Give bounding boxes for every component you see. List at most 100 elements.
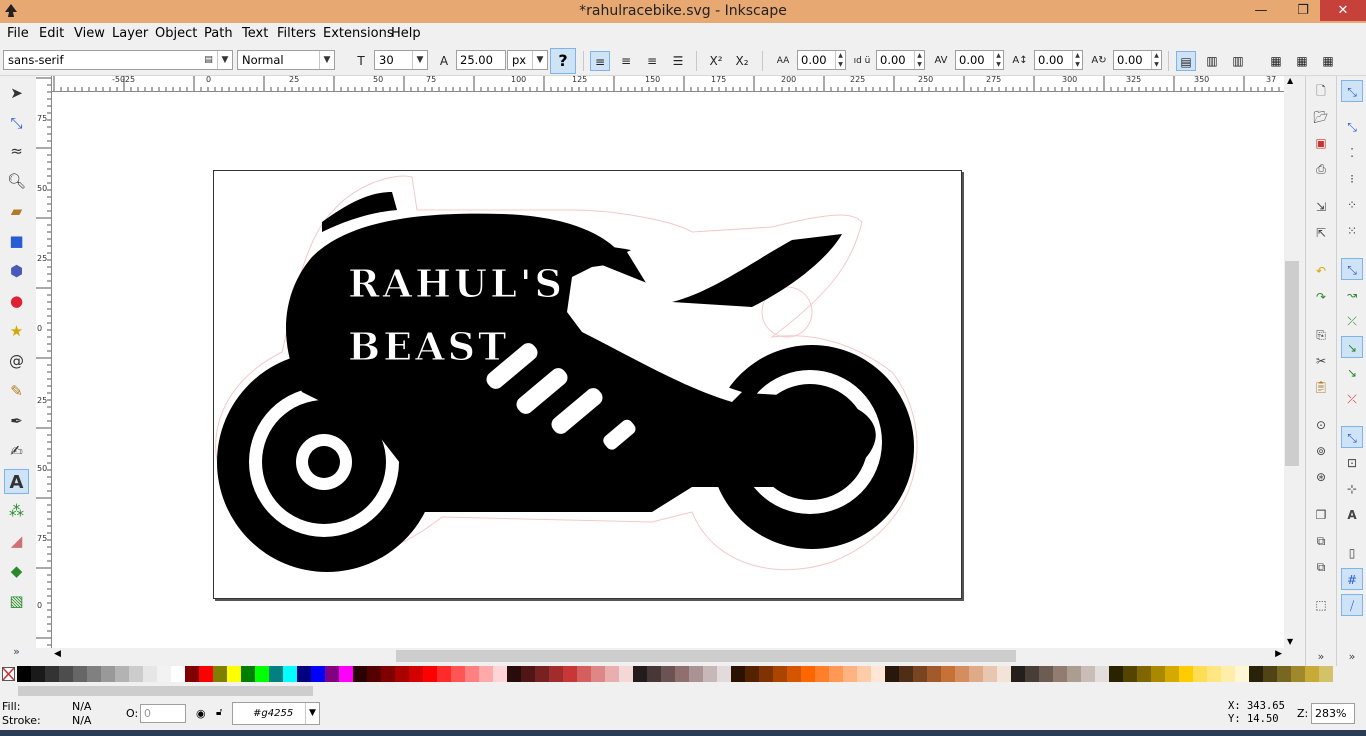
save-icon[interactable]: ▣ <box>1310 132 1332 154</box>
new-document-icon[interactable]: 🗋 <box>1310 80 1332 102</box>
text-orientation-icon[interactable]: ▦ <box>1266 51 1286 71</box>
color-swatch[interactable] <box>871 666 885 682</box>
spray-tool-icon[interactable]: ⁂ <box>4 499 29 524</box>
group-icon[interactable]: ⬚ <box>1310 594 1332 616</box>
current-layer-combo[interactable]: #g4255 ▼ <box>232 702 320 725</box>
horizontal-scroll-thumb[interactable] <box>396 650 1016 662</box>
color-swatch[interactable] <box>731 666 745 682</box>
rotation-field[interactable]: 0.00 ▲ ▼ <box>1113 50 1162 70</box>
font-list-icon[interactable]: ▤ <box>201 51 216 69</box>
color-swatch[interactable] <box>1137 666 1151 682</box>
color-swatch[interactable] <box>619 666 633 682</box>
color-swatch[interactable] <box>1207 666 1221 682</box>
fill-value[interactable]: N/A <box>72 700 91 713</box>
color-swatch[interactable] <box>1109 666 1123 682</box>
align-right-icon[interactable]: ≡ <box>642 51 662 71</box>
measure-tool-icon[interactable]: ▰ <box>4 199 29 224</box>
color-swatch[interactable] <box>1011 666 1025 682</box>
chevron-down-icon[interactable]: ▼ <box>412 51 427 69</box>
snap-paths-icon[interactable]: ↝ <box>1341 284 1363 306</box>
ellipse-tool-icon[interactable]: ● <box>4 289 29 314</box>
opacity-field[interactable]: 0 <box>140 704 186 723</box>
color-swatch[interactable] <box>325 666 339 682</box>
copy-icon[interactable]: ⎘ <box>1310 324 1332 346</box>
horizontal-text-icon[interactable]: ▤ <box>1176 51 1196 71</box>
more-snap-icon[interactable]: » <box>1341 646 1363 668</box>
spinner-icon[interactable]: ▲ ▼ <box>914 51 924 69</box>
snap-toggle-icon[interactable]: ⤡ <box>1341 80 1363 102</box>
color-swatch[interactable] <box>353 666 367 682</box>
color-swatch[interactable] <box>787 666 801 682</box>
color-swatch[interactable] <box>1235 666 1249 682</box>
restore-button[interactable]: ❐ <box>1290 0 1316 21</box>
color-swatch[interactable] <box>409 666 423 682</box>
color-swatch[interactable] <box>773 666 787 682</box>
chevron-down-icon[interactable]: ▼ <box>319 51 334 69</box>
color-swatch[interactable] <box>969 666 983 682</box>
menu-edit[interactable]: Edit <box>39 26 64 41</box>
menu-layer[interactable]: Layer <box>112 26 148 41</box>
color-swatch[interactable] <box>689 666 703 682</box>
color-swatch[interactable] <box>591 666 605 682</box>
close-button[interactable]: ✕ <box>1320 0 1366 21</box>
snap-bbox-corner-icon[interactable]: ⁝ <box>1341 168 1363 190</box>
color-swatch[interactable] <box>1305 666 1319 682</box>
scroll-right-icon[interactable]: ▶ <box>1275 649 1282 659</box>
font-size-combo[interactable]: 30 ▼ <box>374 50 428 70</box>
snap-grid-icon[interactable]: # <box>1341 568 1363 590</box>
color-swatch[interactable] <box>1291 666 1305 682</box>
horizontal-ruler[interactable]: -50 -25 0 25 50 75 100 125 150 175 200 2… <box>52 76 1284 92</box>
3d-box-tool-icon[interactable]: ⬢ <box>4 259 29 284</box>
text-tool-icon[interactable]: A <box>4 469 29 494</box>
vertical-shift-field[interactable]: 0.00 ▲ ▼ <box>1034 50 1083 70</box>
color-swatch[interactable] <box>465 666 479 682</box>
bike-artwork[interactable]: RAHUL'S BEAST <box>52 92 1284 648</box>
color-swatch[interactable] <box>563 666 577 682</box>
layer-lock-icon[interactable]: 🔓︎ <box>216 707 222 718</box>
color-swatch[interactable] <box>1249 666 1263 682</box>
color-swatch[interactable] <box>745 666 759 682</box>
color-swatch[interactable] <box>983 666 997 682</box>
unit-combo[interactable]: px ▼ <box>507 50 548 70</box>
text-orientation-upright-icon[interactable]: ▦ <box>1292 51 1312 71</box>
color-swatch[interactable] <box>241 666 255 682</box>
color-swatch[interactable] <box>297 666 311 682</box>
snap-rotation-center-icon[interactable]: ⊹ <box>1341 478 1363 500</box>
snap-page-border-icon[interactable]: ▯ <box>1341 542 1363 564</box>
color-swatch[interactable] <box>479 666 493 682</box>
color-swatch[interactable] <box>59 666 73 682</box>
color-swatch[interactable] <box>1095 666 1109 682</box>
color-swatch[interactable] <box>1165 666 1179 682</box>
chevron-down-icon[interactable]: ▼ <box>305 703 319 724</box>
spinner-icon[interactable]: ▲ ▼ <box>1151 51 1161 69</box>
color-swatch[interactable] <box>311 666 325 682</box>
paste-icon[interactable]: 📋︎ <box>1310 376 1332 398</box>
color-swatch[interactable] <box>381 666 395 682</box>
scroll-left-icon[interactable]: ◀ <box>54 649 61 659</box>
kerning-field[interactable]: 0.00 ▲ ▼ <box>955 50 1004 70</box>
color-swatch[interactable] <box>535 666 549 682</box>
selector-tool-icon[interactable]: ➤ <box>4 81 29 106</box>
spinner-icon[interactable]: ▲ ▼ <box>1072 51 1082 69</box>
artwork-text-line2[interactable]: BEAST <box>348 324 509 370</box>
zoom-page-icon[interactable]: ⊛ <box>1310 466 1332 488</box>
menu-extensions[interactable]: Extensions <box>323 26 394 41</box>
color-swatch[interactable] <box>31 666 45 682</box>
color-swatch[interactable] <box>213 666 227 682</box>
open-icon[interactable]: 📂︎ <box>1310 106 1332 128</box>
color-swatch[interactable] <box>283 666 297 682</box>
color-swatch[interactable] <box>437 666 451 682</box>
color-swatch[interactable] <box>843 666 857 682</box>
color-swatch[interactable] <box>1067 666 1081 682</box>
palette-scroll-thumb[interactable] <box>18 686 313 696</box>
zoom-tool-icon[interactable]: 🔍︎ <box>4 169 29 194</box>
color-swatch[interactable] <box>1081 666 1095 682</box>
artwork-text-line1[interactable]: RAHUL'S <box>348 261 565 307</box>
color-swatch[interactable] <box>1277 666 1291 682</box>
stroke-value[interactable]: N/A <box>72 714 91 727</box>
text-orientation-sideways-icon[interactable]: ▦ <box>1318 51 1338 71</box>
zoom-drawing-icon[interactable]: ⊚ <box>1310 440 1332 462</box>
unlink-clone-icon[interactable]: ⧉ <box>1310 556 1332 578</box>
clone-icon[interactable]: ⧉ <box>1310 530 1332 552</box>
snap-bbox-edge-icon[interactable]: ⁚ <box>1341 142 1363 164</box>
